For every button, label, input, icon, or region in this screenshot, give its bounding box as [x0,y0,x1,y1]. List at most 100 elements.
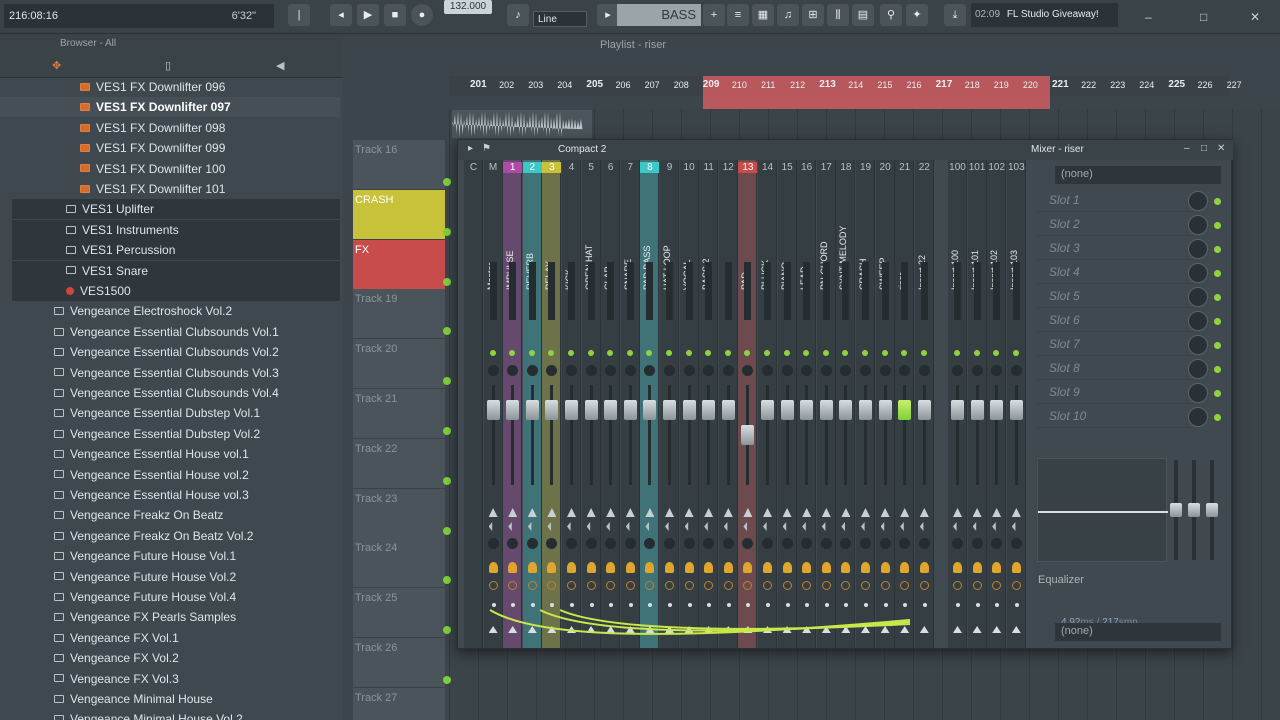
pan-knob[interactable] [585,365,597,376]
track-header[interactable]: Track 26 [353,638,451,688]
stereo-knob[interactable] [742,538,754,549]
fx-enable-icon[interactable] [802,562,812,573]
slot-mix-knob[interactable] [1188,359,1208,379]
stereo-swap-icon[interactable] [782,522,787,531]
record-arm-icon[interactable] [1011,581,1021,590]
strip-enable-led[interactable] [568,350,574,356]
slot-enable-led[interactable] [1214,198,1221,205]
strip-enable-led[interactable] [901,350,908,356]
stereo-knob[interactable] [487,538,499,549]
slot-mix-knob[interactable] [1188,263,1208,283]
fx-enable-icon[interactable] [919,562,929,573]
volume-fader[interactable] [741,425,755,445]
browser-file-icon[interactable]: ▯ [165,59,171,72]
stereo-knob[interactable] [801,538,813,549]
route-up-icon[interactable] [802,508,812,517]
fx-enable-icon[interactable] [645,562,655,573]
fx-enable-icon[interactable] [880,562,890,573]
route-up-icon[interactable] [723,508,733,517]
route-up-icon[interactable] [645,508,655,517]
effect-slot[interactable]: Slot 9 [1037,382,1192,404]
strip-enable-led[interactable] [705,350,712,356]
playlist-icon[interactable]: ≡ [727,4,749,26]
mixer-strip[interactable]: 103Insert 103 [1006,160,1026,648]
fx-enable-icon[interactable] [586,562,596,573]
stereo-swap-icon[interactable] [547,522,551,531]
send-arrow-icon[interactable] [992,626,1002,633]
route-up-icon[interactable] [606,508,616,517]
pan-knob[interactable] [991,365,1003,376]
track-enable-led[interactable] [443,277,451,286]
input-select[interactable]: (none) [1055,166,1221,184]
route-up-icon[interactable] [841,508,851,517]
track-header[interactable]: FX [353,239,451,290]
route-up-icon[interactable] [880,508,890,517]
pattern-prev-icon[interactable]: ▸ [597,4,619,26]
stereo-knob[interactable] [722,538,734,549]
stereo-swap-icon[interactable] [606,522,610,531]
record-arm-icon[interactable] [802,581,812,590]
send-arrow-icon[interactable] [1011,626,1021,633]
strip-enable-led[interactable] [528,350,535,356]
slot-enable-led[interactable] [1214,294,1221,301]
mixer-strip[interactable]: 18 SYNT MELODY [836,160,856,648]
track-header[interactable]: Track 16 [353,140,451,190]
metronome-icon[interactable]: ♪ [507,4,529,26]
piano-roll-icon[interactable]: ♫ [777,4,799,26]
send-arrow-icon[interactable] [953,626,962,633]
track-header[interactable]: CRASH [353,189,451,240]
mixer-strip[interactable]: 16LEAD [797,160,817,648]
solo-dot[interactable] [1014,603,1019,607]
volume-fader[interactable] [990,400,1004,420]
pan-knob[interactable] [507,365,519,376]
record-arm-icon[interactable] [645,581,655,590]
slot-enable-led[interactable] [1214,318,1221,325]
stereo-swap-icon[interactable] [723,522,728,531]
stereo-knob[interactable] [664,538,675,549]
effect-slot[interactable]: Slot 8 [1037,358,1192,380]
browser-folder[interactable]: Vengeance Freakz On Beatz [0,505,340,525]
effect-slot[interactable]: Slot 3 [1037,238,1192,260]
mixer-strip[interactable]: 22Insert 22 [914,160,934,648]
strip-enable-led[interactable] [803,350,810,356]
strip-enable-led[interactable] [1012,350,1019,356]
mixer-strip[interactable]: 21riser [895,160,915,648]
stereo-knob[interactable] [952,538,963,549]
stereo-knob[interactable] [860,538,871,549]
stereo-knob[interactable] [820,538,832,549]
solo-dot[interactable] [995,603,1000,607]
mixer-maximize-icon[interactable]: □ [1201,143,1207,154]
mixer-strip[interactable]: 101Insert 101 [967,160,987,648]
pan-knob[interactable] [971,365,983,376]
volume-fader[interactable] [545,400,559,420]
browser-folder[interactable]: Vengeance Essential House vol.2 [0,465,340,485]
pan-knob[interactable] [722,365,734,376]
stereo-swap-icon[interactable] [900,522,904,531]
stereo-knob[interactable] [781,538,793,549]
pan-knob[interactable] [879,365,891,376]
fx-enable-icon[interactable] [743,562,753,573]
stereo-knob[interactable] [703,538,715,549]
route-up-icon[interactable] [488,508,498,517]
strip-enable-led[interactable] [973,350,980,356]
record-arm-icon[interactable] [704,581,714,590]
track-enable-led[interactable] [443,476,451,485]
browser-folder[interactable]: Vengeance Essential House vol.1 [0,444,340,464]
maximize-icon[interactable]: □ [1200,10,1207,24]
browser-folder[interactable]: Vengeance Electroshock Vol.2 [0,301,340,321]
volume-fader[interactable] [1009,400,1023,420]
browser-folder[interactable]: Vengeance Essential Clubsounds Vol.1 [0,322,340,342]
stereo-swap-icon[interactable] [953,522,957,531]
pan-knob[interactable] [918,365,930,376]
download-icon[interactable]: ⤓ [944,4,966,26]
stereo-swap-icon[interactable] [880,522,885,531]
fx-enable-icon[interactable] [821,562,831,573]
mixer-strip[interactable]: 1IMPULSE [503,160,523,648]
effect-slot[interactable]: Slot 4 [1037,262,1192,284]
record-arm-icon[interactable] [606,581,616,590]
volume-fader[interactable] [643,400,657,420]
mixer-strip[interactable]: 12--- [718,160,738,648]
fx-enable-icon[interactable] [972,562,982,573]
stereo-knob[interactable] [879,538,891,549]
solo-dot[interactable] [922,603,927,607]
